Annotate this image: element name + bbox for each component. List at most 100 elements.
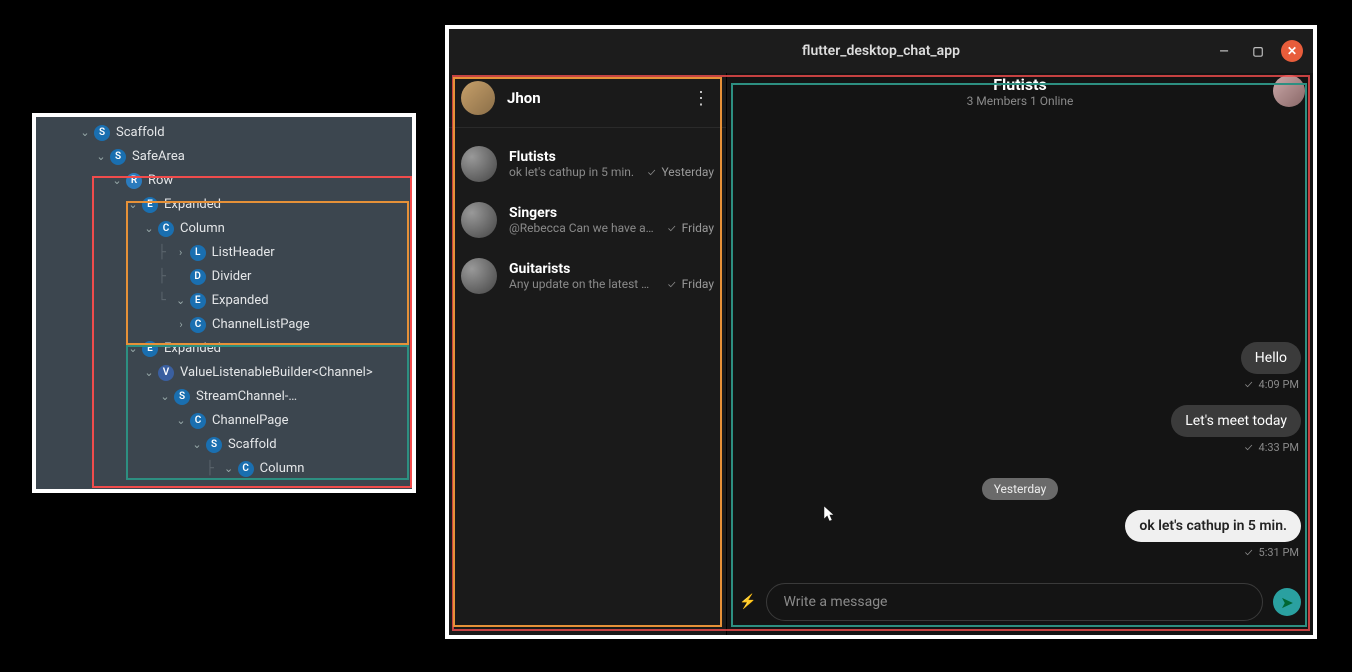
channel-name: Guitarists bbox=[509, 261, 570, 277]
chevron-icon[interactable] bbox=[126, 193, 140, 217]
tree-node[interactable]: ├ CColumn bbox=[36, 457, 412, 481]
channel-name: Flutists bbox=[509, 149, 556, 165]
widget-badge: E bbox=[142, 197, 158, 213]
bolt-icon[interactable]: ⚡ bbox=[739, 594, 756, 610]
widget-label: ValueListenableBuilder<Channel> bbox=[180, 361, 373, 385]
message[interactable]: Let's meet today ✓4:33 PM bbox=[739, 405, 1301, 464]
tree-node[interactable]: └ EExpanded bbox=[36, 289, 412, 313]
tree-node[interactable]: SScaffold bbox=[36, 433, 412, 457]
channel-item[interactable]: Flutists ok let's cathup in 5 min. ✓ Yes… bbox=[449, 136, 726, 192]
send-button[interactable]: ➤ bbox=[1273, 588, 1301, 616]
widget-badge: L bbox=[190, 245, 206, 261]
check-icon: ✓ bbox=[668, 278, 676, 291]
avatar[interactable] bbox=[461, 81, 495, 115]
tree-guide: ├ bbox=[158, 265, 174, 289]
chevron-icon[interactable] bbox=[174, 289, 188, 313]
tree-node[interactable]: C ChannelListPage bbox=[36, 313, 412, 337]
channel-item[interactable]: Guitarists Any update on the latest … ✓ … bbox=[449, 248, 726, 304]
widget-badge: V bbox=[158, 365, 174, 381]
tree-node[interactable]: ├ DDivider bbox=[36, 265, 412, 289]
chevron-icon[interactable] bbox=[94, 145, 108, 169]
message-bubble: Hello bbox=[1241, 342, 1301, 374]
chevron-icon[interactable] bbox=[142, 217, 156, 241]
tree-node[interactable]: S StreamChannel-… bbox=[36, 385, 412, 409]
channel-time: Friday bbox=[682, 221, 714, 235]
widget-label: SafeArea bbox=[132, 145, 185, 169]
tree-node[interactable]: V ValueListenableBuilder<Channel> bbox=[36, 361, 412, 385]
message-input[interactable]: Write a message bbox=[766, 583, 1263, 621]
app-body: Jhon ⋮ Flutists ok let's cathup in 5 min… bbox=[449, 73, 1313, 635]
chevron-icon[interactable] bbox=[78, 121, 92, 145]
chevron-icon[interactable] bbox=[126, 337, 140, 361]
day-separator: Yesterday bbox=[982, 478, 1059, 500]
tree-guide: ├ bbox=[206, 457, 222, 481]
tree-node[interactable]: ├ LListHeader bbox=[36, 241, 412, 265]
tree-node[interactable]: E Expanded bbox=[36, 193, 412, 217]
chevron-icon[interactable] bbox=[174, 409, 188, 433]
chevron-icon[interactable] bbox=[222, 457, 236, 481]
window-maximize-button[interactable]: ▢ bbox=[1247, 40, 1269, 62]
widget-label: Scaffold bbox=[116, 121, 165, 145]
message-timestamp: ✓4:33 PM bbox=[1245, 441, 1299, 454]
chevron-icon[interactable] bbox=[142, 361, 156, 385]
widget-badge: E bbox=[142, 341, 158, 357]
widget-badge: E bbox=[190, 293, 206, 309]
chevron-icon[interactable] bbox=[190, 433, 204, 457]
tree-node[interactable]: SSafeArea bbox=[36, 145, 412, 169]
channel-preview: Any update on the latest … bbox=[509, 277, 662, 291]
channel-preview: ok let's cathup in 5 min. bbox=[509, 165, 642, 179]
window-close-button[interactable]: ✕ bbox=[1281, 40, 1303, 62]
widget-label: Expanded bbox=[164, 193, 221, 217]
message-timestamp: ✓4:09 PM bbox=[1245, 378, 1299, 391]
window-title: flutter_desktop_chat_app bbox=[802, 43, 960, 59]
widget-label: Column bbox=[260, 457, 305, 481]
tree-guide: ├ bbox=[158, 241, 174, 265]
chevron-icon[interactable] bbox=[174, 241, 188, 265]
chat-pane: Flutists 3 Members 1 Online Hello ✓4:09 … bbox=[727, 73, 1313, 635]
message-timestamp: ✓5:31 PM bbox=[1245, 546, 1299, 559]
check-icon: ✓ bbox=[648, 166, 656, 179]
avatar bbox=[461, 146, 497, 182]
message[interactable]: ok let's cathup in 5 min. ✓5:31 PM bbox=[739, 510, 1301, 569]
chevron-icon[interactable] bbox=[110, 169, 124, 193]
app-window: flutter_desktop_chat_app — ▢ ✕ Jhon ⋮ Fl bbox=[445, 25, 1317, 639]
tree-node[interactable]: S Scaffold bbox=[36, 121, 412, 145]
widget-badge: S bbox=[94, 125, 110, 141]
tree-node[interactable]: R Row bbox=[36, 169, 412, 193]
channel-time: Yesterday bbox=[661, 165, 714, 179]
check-icon: ✓ bbox=[1245, 378, 1253, 391]
chevron-icon[interactable] bbox=[158, 385, 172, 409]
channel-preview: @Rebecca Can we have a… bbox=[509, 221, 662, 235]
widget-badge: S bbox=[174, 389, 190, 405]
window-minimize-button[interactable]: — bbox=[1213, 40, 1235, 62]
widget-badge: C bbox=[190, 413, 206, 429]
window-controls: — ▢ ✕ bbox=[1213, 29, 1303, 73]
check-icon: ✓ bbox=[1245, 546, 1253, 559]
widget-badge: R bbox=[126, 173, 142, 189]
widget-label: Row bbox=[148, 169, 173, 193]
divider bbox=[449, 127, 726, 128]
message-bubble: ok let's cathup in 5 min. bbox=[1125, 510, 1301, 542]
widget-tree[interactable]: SScaffoldSSafeAreaRRowEExpandedCColumn├ … bbox=[36, 117, 412, 481]
chat-header: Flutists 3 Members 1 Online bbox=[727, 73, 1313, 114]
kebab-menu-icon[interactable]: ⋮ bbox=[688, 88, 714, 109]
widget-label: ChannelListPage bbox=[212, 313, 310, 337]
tree-node[interactable]: CChannelPage bbox=[36, 409, 412, 433]
message-bubble: Let's meet today bbox=[1171, 405, 1301, 437]
chevron-icon[interactable] bbox=[174, 313, 188, 337]
current-user-name: Jhon bbox=[507, 89, 676, 107]
message-list[interactable]: Hello ✓4:09 PM Let's meet today ✓4:33 PM… bbox=[727, 114, 1313, 573]
avatar[interactable] bbox=[1273, 75, 1305, 107]
titlebar[interactable]: flutter_desktop_chat_app — ▢ ✕ bbox=[449, 29, 1313, 73]
tree-node[interactable]: E Expanded bbox=[36, 337, 412, 361]
tree-node[interactable]: CColumn bbox=[36, 217, 412, 241]
room-title: Flutists bbox=[727, 75, 1313, 94]
message[interactable]: Hello ✓4:09 PM bbox=[739, 342, 1301, 401]
channel-time: Friday bbox=[682, 277, 714, 291]
channel-item[interactable]: Singers @Rebecca Can we have a… ✓ Friday bbox=[449, 192, 726, 248]
widget-label: StreamChannel-… bbox=[196, 385, 297, 409]
widget-label: Expanded bbox=[164, 337, 221, 361]
widget-label: Column bbox=[180, 217, 225, 241]
avatar bbox=[461, 202, 497, 238]
widget-badge: C bbox=[190, 317, 206, 333]
